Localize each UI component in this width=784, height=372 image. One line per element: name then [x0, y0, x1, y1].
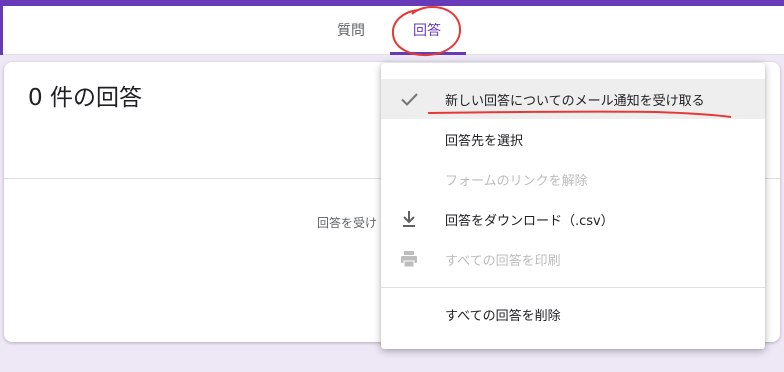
menu-item-unlink-form: フォームのリンクを解除 [381, 159, 765, 199]
menu-item-label: フォームのリンクを解除 [445, 174, 588, 189]
red-circle-annotation [391, 5, 462, 57]
check-icon [401, 93, 418, 106]
responses-options-menu: 新しい回答についてのメール通知を受け取る 回答先を選択 フォームのリンクを解除 … [381, 63, 765, 349]
download-icon [403, 211, 415, 227]
menu-item-download-csv[interactable]: 回答をダウンロード（.csv） [381, 199, 765, 239]
menu-item-label: すべての回答を印刷 [445, 254, 561, 269]
print-icon [401, 251, 417, 268]
menu-item-select-destination[interactable]: 回答先を選択 [381, 119, 765, 159]
menu-item-label: 回答先を選択 [445, 134, 524, 149]
menu-item-label: 新しい回答についてのメール通知を受け取る [445, 94, 705, 109]
red-underline-annotation [427, 110, 732, 118]
menu-divider [381, 287, 765, 288]
menu-item-label: すべての回答を削除 [445, 309, 561, 324]
menu-item-delete-all[interactable]: すべての回答を削除 [381, 294, 765, 334]
tab-questions[interactable]: 質問 [337, 20, 365, 40]
menu-item-print-all: すべての回答を印刷 [381, 239, 765, 279]
left-accent-edge [0, 6, 3, 55]
accepting-responses-label: 回答を受け [317, 216, 378, 230]
response-count: 0 件の回答 [28, 85, 142, 111]
menu-item-label: 回答をダウンロード（.csv） [445, 214, 614, 229]
